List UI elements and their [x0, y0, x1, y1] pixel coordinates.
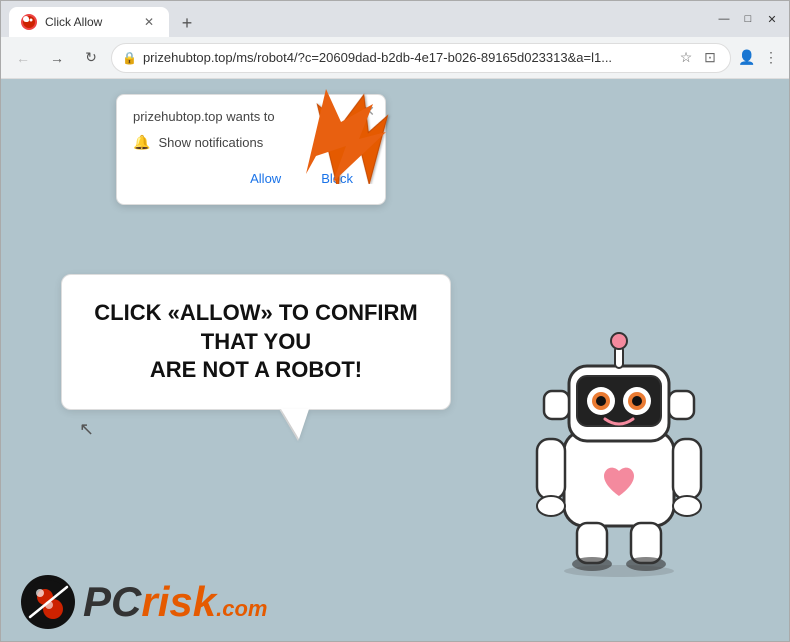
title-bar: Click Allow ✕ + — □ ✕ [1, 1, 789, 37]
pcrisk-logo: PC risk.com [21, 575, 267, 629]
bookmark-icon[interactable]: ☆ [676, 48, 696, 68]
pc-text: PC [83, 581, 141, 623]
page-content: ✕ prizehubtop.top wants to 🔔 Show notifi… [1, 79, 789, 641]
mouse-cursor: ↖ [79, 419, 94, 440]
forward-button[interactable]: → [43, 44, 71, 72]
show-notifications-label: Show notifications [158, 135, 263, 150]
tab-close-button[interactable]: ✕ [141, 14, 157, 30]
tab-favicon [21, 14, 37, 30]
window-close-button[interactable]: ✕ [763, 10, 781, 28]
active-tab[interactable]: Click Allow ✕ [9, 7, 169, 37]
address-actions: ☆ ⊡ [676, 48, 720, 68]
tab-title: Click Allow [45, 15, 133, 29]
browser-window: Click Allow ✕ + — □ ✕ ← → ↻ 🔒 prizehubto… [0, 0, 790, 642]
bell-icon: 🔔 [133, 134, 150, 151]
window-minimize-button[interactable]: — [715, 10, 733, 28]
nav-bar: ← → ↻ 🔒 prizehubtop.top/ms/robot4/?c=206… [1, 37, 789, 79]
refresh-button[interactable]: ↻ [77, 44, 105, 72]
tab-area: Click Allow ✕ + [9, 1, 707, 37]
profile-icon[interactable]: 👤 [737, 48, 757, 68]
back-button[interactable]: ← [9, 44, 37, 72]
robot-illustration [509, 301, 729, 581]
window-controls: — □ ✕ [715, 10, 781, 28]
window-maximize-button[interactable]: □ [739, 10, 757, 28]
allow-button[interactable]: Allow [234, 165, 297, 192]
nav-right-icons: 👤 ⋮ [737, 48, 781, 68]
speech-bubble-text: CLICK «ALLOW» TO CONFIRM THAT YOU ARE NO… [92, 299, 420, 385]
menu-icon[interactable]: ⋮ [761, 48, 781, 68]
new-tab-button[interactable]: + [173, 9, 201, 37]
split-icon[interactable]: ⊡ [700, 48, 720, 68]
address-bar[interactable]: 🔒 prizehubtop.top/ms/robot4/?c=20609dad-… [111, 43, 731, 73]
speech-bubble: CLICK «ALLOW» TO CONFIRM THAT YOU ARE NO… [61, 274, 451, 410]
risk-text: risk.com [141, 581, 267, 623]
lock-icon: 🔒 [122, 51, 137, 65]
url-text: prizehubtop.top/ms/robot4/?c=20609dad-b2… [143, 50, 670, 65]
